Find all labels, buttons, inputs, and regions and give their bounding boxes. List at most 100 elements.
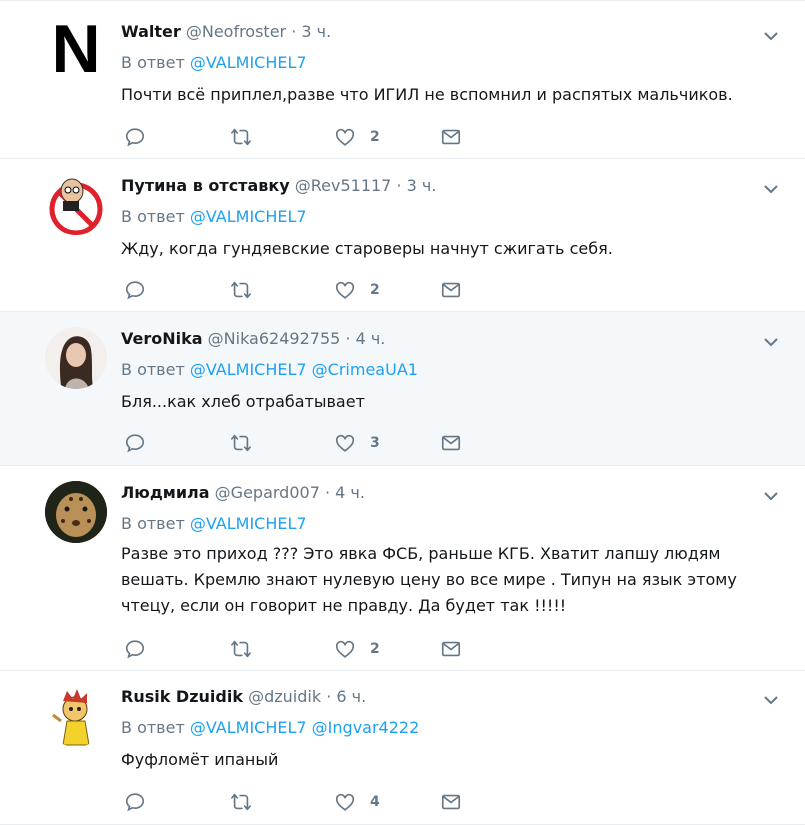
retweet-button[interactable]	[230, 125, 252, 149]
like-button[interactable]: 3	[334, 431, 380, 455]
chevron-down-icon[interactable]	[763, 183, 779, 195]
message-button[interactable]	[440, 431, 462, 455]
retweet-icon	[231, 640, 251, 658]
tweet-item[interactable]: Rusik Dzuidik @dzuidik · 6 ч. В ответ @V…	[0, 671, 805, 825]
reply-prefix: В ответ	[121, 207, 185, 226]
avatar[interactable]: N	[45, 18, 107, 80]
mention-link[interactable]: @VALMICHEL7	[190, 514, 307, 533]
reply-button[interactable]	[124, 431, 146, 455]
avatar-image	[49, 178, 103, 235]
avatar[interactable]	[45, 481, 107, 543]
author-handle[interactable]: @Neofroster	[186, 22, 286, 41]
author-name[interactable]: Walter	[121, 22, 181, 41]
like-button[interactable]: 4	[334, 790, 380, 814]
like-count: 2	[370, 129, 380, 145]
tweet-time[interactable]: 3 ч.	[407, 176, 437, 195]
tweet-item[interactable]: VeroNika @Nika62492755 · 4 ч. В ответ @V…	[0, 312, 805, 466]
tweet-text: Бля...как хлеб отрабатывает	[121, 392, 365, 411]
tweet-actions: 2	[124, 125, 484, 149]
mention-link[interactable]: @CrimeaUA1	[312, 360, 418, 379]
tweet-text: Жду, когда гундяевские староверы начнут …	[121, 239, 613, 258]
chevron-down-icon[interactable]	[763, 490, 779, 502]
reply-icon	[125, 640, 145, 659]
retweet-icon	[231, 434, 251, 452]
tweet-header: VeroNika @Nika62492755 · 4 ч.	[121, 329, 385, 349]
avatar[interactable]	[45, 173, 107, 235]
retweet-icon	[231, 793, 251, 811]
author-handle[interactable]: @Nika62492755	[208, 329, 341, 348]
message-button[interactable]	[440, 125, 462, 149]
reply-button[interactable]	[124, 278, 146, 302]
tweet-time[interactable]: 6 ч.	[336, 687, 366, 706]
chevron-down-icon[interactable]	[763, 30, 779, 42]
tweet-header: Людмила @Gepard007 · 4 ч.	[121, 483, 365, 503]
tweet-actions: 3	[124, 431, 484, 455]
mention-link[interactable]: @VALMICHEL7	[190, 360, 307, 379]
tweet-header: Walter @Neofroster · 3 ч.	[121, 22, 331, 42]
tweet-item[interactable]: N Walter @Neofroster · 3 ч. В ответ @VAL…	[0, 4, 805, 159]
tweet-time[interactable]: 3 ч.	[301, 22, 331, 41]
like-icon	[335, 281, 355, 299]
reply-button[interactable]	[124, 790, 146, 814]
mention-link[interactable]: @Ingvar4222	[312, 718, 420, 737]
tweet-text: Почти всё приплел,разве что ИГИЛ не вспо…	[121, 85, 733, 104]
author-handle[interactable]: @Rev51117	[295, 176, 392, 195]
avatar-image	[45, 685, 107, 747]
top-divider	[0, 0, 805, 3]
separator-dot: ·	[324, 483, 331, 502]
reply-icon	[125, 434, 145, 453]
author-handle[interactable]: @dzuidik	[248, 687, 321, 706]
reply-prefix: В ответ	[121, 360, 185, 379]
avatar-image	[45, 327, 107, 389]
retweet-button[interactable]	[230, 637, 252, 661]
like-count: 2	[370, 282, 380, 298]
tweet-actions: 4	[124, 790, 484, 814]
tweet-item[interactable]: Путина в отставку @Rev51117 · 3 ч. В отв…	[0, 159, 805, 312]
reply-to-line: В ответ @VALMICHEL7 @CrimeaUA1	[121, 360, 418, 380]
author-name[interactable]: Rusik Dzuidik	[121, 687, 243, 706]
like-count: 3	[370, 435, 380, 451]
like-icon	[335, 640, 355, 658]
mention-link[interactable]: @VALMICHEL7	[190, 53, 307, 72]
author-name[interactable]: VeroNika	[121, 329, 203, 348]
like-icon	[335, 434, 355, 452]
retweet-button[interactable]	[230, 278, 252, 302]
mention-link[interactable]: @VALMICHEL7	[190, 718, 307, 737]
tweet-text: Разве это приход ??? Это явка ФСБ, раньш…	[121, 544, 737, 615]
mention-link[interactable]: @VALMICHEL7	[190, 207, 307, 226]
chevron-down-icon[interactable]	[763, 694, 779, 706]
like-button[interactable]: 2	[334, 637, 380, 661]
author-name[interactable]: Путина в отставку	[121, 176, 290, 195]
avatar-image	[45, 481, 107, 543]
reply-prefix: В ответ	[121, 514, 185, 533]
message-button[interactable]	[440, 790, 462, 814]
tweet-actions: 2	[124, 278, 484, 302]
reply-to-line: В ответ @VALMICHEL7	[121, 53, 307, 73]
message-button[interactable]	[440, 637, 462, 661]
retweet-button[interactable]	[230, 790, 252, 814]
like-count: 2	[370, 641, 380, 657]
like-count: 4	[370, 794, 380, 810]
reply-to-line: В ответ @VALMICHEL7	[121, 207, 307, 227]
tweet-time[interactable]: 4 ч.	[356, 329, 386, 348]
like-button[interactable]: 2	[334, 278, 380, 302]
like-button[interactable]: 2	[334, 125, 380, 149]
retweet-icon	[231, 281, 251, 299]
avatar[interactable]	[45, 685, 107, 747]
reply-button[interactable]	[124, 637, 146, 661]
message-button[interactable]	[440, 278, 462, 302]
retweet-button[interactable]	[230, 431, 252, 455]
author-name[interactable]: Людмила	[121, 483, 210, 502]
avatar[interactable]	[45, 327, 107, 389]
like-icon	[335, 128, 355, 146]
tweet-header: Путина в отставку @Rev51117 · 3 ч.	[121, 176, 436, 196]
tweet-time[interactable]: 4 ч.	[335, 483, 365, 502]
reply-prefix: В ответ	[121, 53, 185, 72]
message-icon	[441, 282, 461, 298]
message-icon	[441, 129, 461, 145]
chevron-down-icon[interactable]	[763, 336, 779, 348]
reply-prefix: В ответ	[121, 718, 185, 737]
tweet-item[interactable]: Людмила @Gepard007 · 4 ч. В ответ @VALMI…	[0, 466, 805, 671]
author-handle[interactable]: @Gepard007	[215, 483, 320, 502]
reply-button[interactable]	[124, 125, 146, 149]
